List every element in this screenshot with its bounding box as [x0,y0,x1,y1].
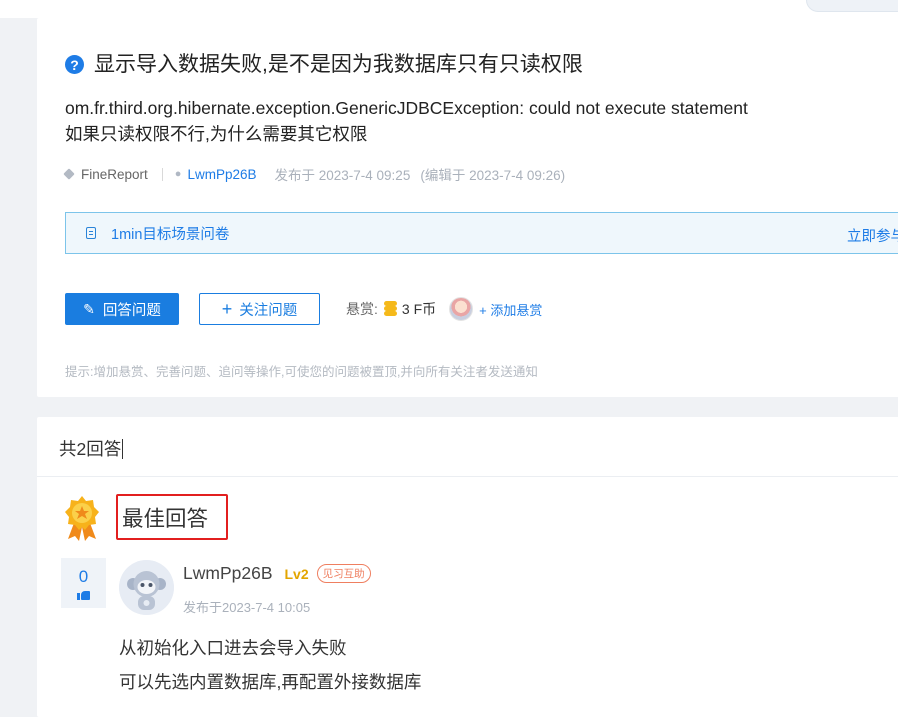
add-reward-link[interactable]: + 添加悬赏 [479,300,542,319]
answer-body-line: 从初始化入口进去会导入失败 [119,638,347,658]
status-badge: 见习互助 [316,564,371,583]
author-link[interactable]: LwmPp26B [187,167,256,182]
posted-time: 发布于 2023-7-4 09:25 [274,168,411,183]
text-cursor [122,438,124,459]
reward-label: 悬赏: [346,301,378,317]
edited-time: (编辑于 2023-7-4 09:26) [420,168,566,183]
question-actions: ✎ 回答问题 + 关注问题 悬赏: 3 F币 + 添加悬赏 [65,293,542,325]
user-icon: ● [174,168,182,180]
plus-icon: + [221,299,233,319]
reward-amount: 3 F币 [401,301,437,317]
question-meta: FineReport ● LwmPp26B 发布于 2023-7-4 09:25… [63,164,566,184]
question-title: ? 显示导入数据失败,是不是因为我数据库只有只读权限 [65,48,583,78]
meta-divider [161,167,163,181]
search-box[interactable] [806,0,898,12]
question-title-text: 显示导入数据失败,是不是因为我数据库只有只读权限 [94,53,583,76]
top-navigation-bar [0,0,898,18]
survey-icon [86,227,96,239]
answer-question-button[interactable]: ✎ 回答问题 [65,293,179,325]
question-mark-icon: ? [65,55,84,74]
survey-banner: 1min目标场景问卷 立即参与 [65,212,898,254]
product-tag-label: FineReport [81,166,148,182]
reward-avatar [449,297,474,321]
coin-icon [383,301,397,317]
answer-count: 共2回答 [59,436,124,461]
vote-count: 0 [78,566,89,586]
answer-time: 发布于2023-7-4 10:05 [183,600,311,615]
answers-card: 共2回答 最佳回答 0 LwmPp26B Lv2 见习互助 发布于2023-7-… [37,417,898,717]
question-body: om.fr.third.org.hibernate.exception.Gene… [65,95,748,147]
best-answer-text: 最佳回答 [122,506,209,531]
best-answer-label: 最佳回答 [116,494,228,540]
pencil-icon: ✎ [83,300,95,317]
follow-question-label: 关注问题 [239,302,298,319]
question-body-line: 如果只读权限不行,为什么需要其它权限 [65,124,368,144]
medal-icon [65,496,99,541]
answer-body-line: 可以先选内置数据库,再配置外接数据库 [119,672,422,692]
survey-participate-link[interactable]: 立即参与 [847,225,898,246]
follow-question-button[interactable]: + 关注问题 [199,293,320,325]
section-divider [37,476,898,477]
answerer-name-row: LwmPp26B Lv2 见习互助 [183,563,371,584]
product-tag[interactable]: FineReport [63,166,148,182]
answer-question-label: 回答问题 [102,302,161,319]
avatar[interactable] [119,560,174,615]
user-level: Lv2 [284,565,309,582]
thumbs-up-icon [77,589,90,600]
survey-text[interactable]: 1min目标场景问卷 [111,223,229,244]
question-body-line: om.fr.third.org.hibernate.exception.Gene… [65,98,748,118]
question-card: ? 显示导入数据失败,是不是因为我数据库只有只读权限 om.fr.third.o… [37,18,898,397]
tag-icon [63,168,75,180]
answer-body: 从初始化入口进去会导入失败 可以先选内置数据库,再配置外接数据库 [119,631,421,699]
answer-count-label: 共2回答 [59,439,122,459]
hint-text: 提示:增加悬赏、完善问题、追问等操作,可使您的问题被置顶,并向所有关注者发送通知 [65,365,538,379]
answerer-username[interactable]: LwmPp26B [183,563,273,584]
upvote-button[interactable]: 0 [61,558,106,608]
reward-info: 悬赏: 3 F币 + 添加悬赏 [346,297,542,321]
